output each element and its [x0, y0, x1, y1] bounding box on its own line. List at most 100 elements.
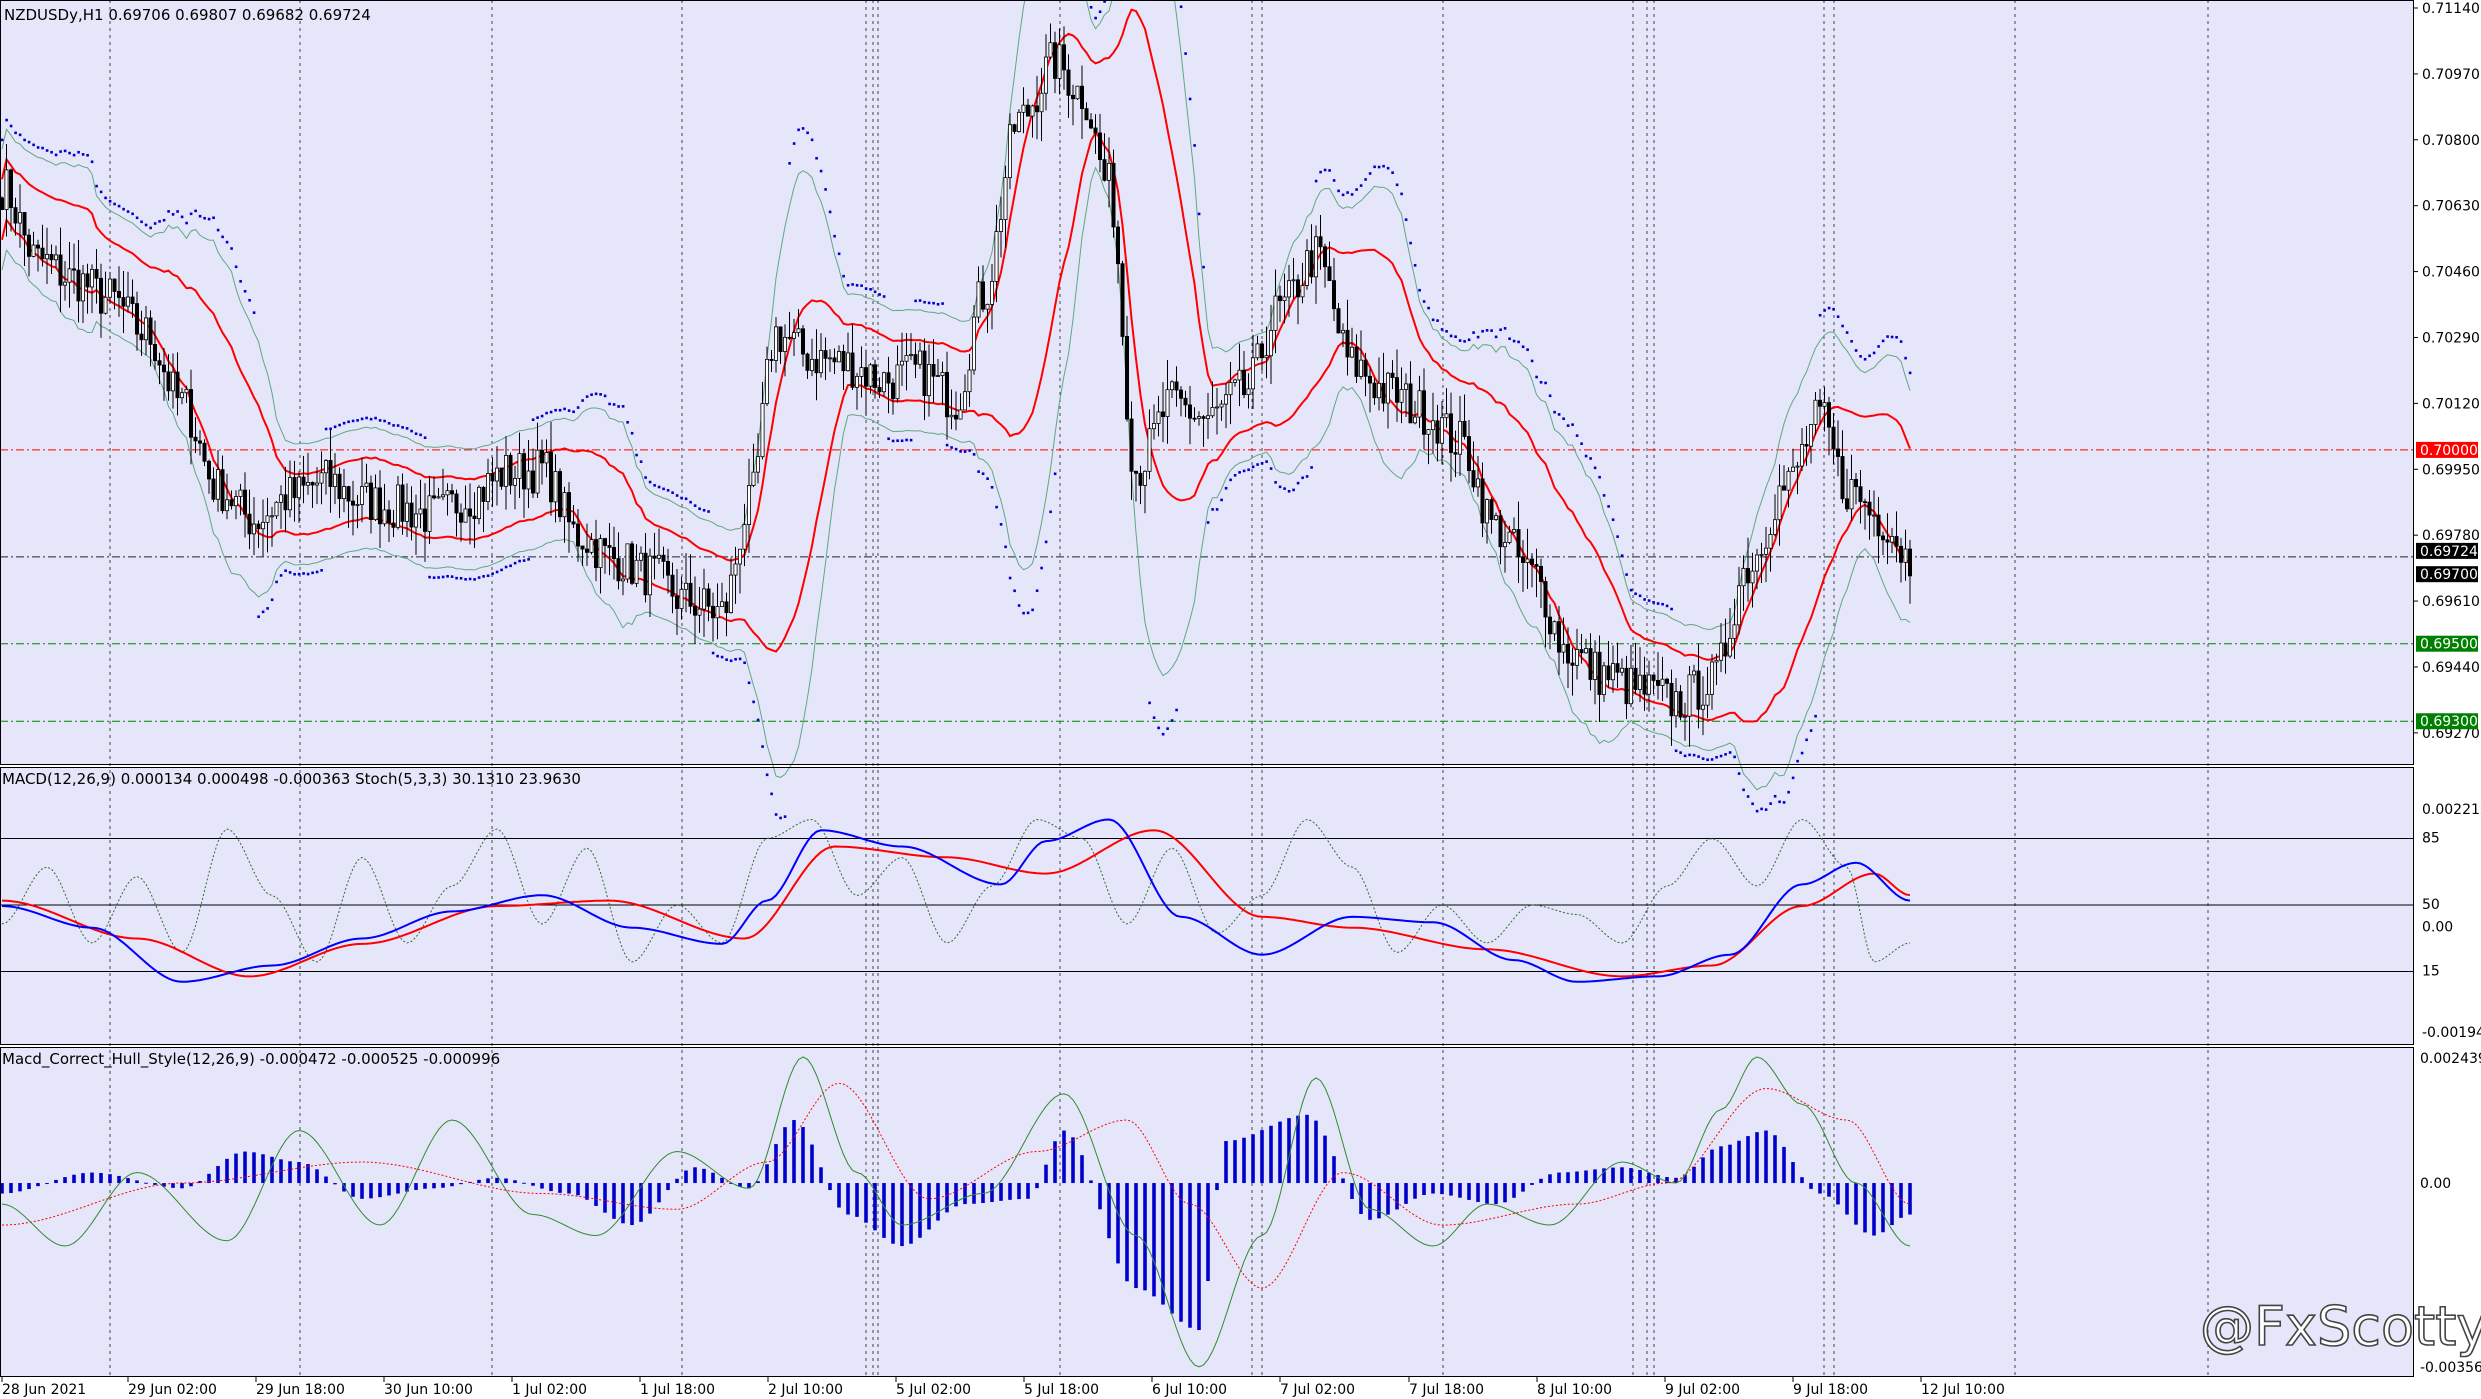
candle-body — [612, 547, 617, 559]
sar-dot — [1571, 423, 1574, 426]
candle-body — [1881, 535, 1886, 541]
hist-bar — [333, 1183, 337, 1185]
sar-dot — [1148, 701, 1151, 705]
sar-dot — [414, 432, 418, 436]
candle-body — [828, 357, 833, 360]
sar-dot — [1422, 300, 1426, 303]
candle-body — [17, 212, 22, 224]
sar-dot — [36, 146, 40, 149]
candle-body — [310, 482, 315, 486]
sar-dot — [558, 408, 562, 412]
candle-body — [1341, 329, 1346, 334]
sar-dot — [846, 283, 850, 287]
sar-dot — [1337, 189, 1340, 193]
candle-body — [1183, 397, 1188, 406]
candle-body — [1786, 470, 1791, 491]
sar-dot — [1796, 759, 1799, 763]
hist-bar — [252, 1152, 256, 1184]
candle-body — [729, 574, 734, 614]
candle-body — [1197, 416, 1202, 419]
candle-body — [1287, 280, 1292, 298]
hist-bar — [1269, 1125, 1273, 1184]
hist-bar — [1179, 1183, 1183, 1322]
sar-dot — [297, 572, 301, 576]
hist-bar — [1782, 1146, 1786, 1184]
hist-bar — [675, 1178, 679, 1184]
sar-dot — [1670, 607, 1673, 611]
sar-dot — [1602, 494, 1606, 497]
candle-body — [355, 504, 360, 506]
hist-bar — [1449, 1183, 1453, 1196]
candle-body — [900, 360, 905, 366]
sar-dot — [1539, 380, 1543, 384]
candle-body — [589, 539, 594, 553]
candle-body — [472, 515, 477, 519]
sar-dot — [932, 301, 935, 305]
candle-body — [580, 545, 585, 550]
hist-bar — [1350, 1183, 1354, 1199]
hist-bar — [1431, 1183, 1435, 1194]
price-tick-label: 0.69440 — [2422, 660, 2480, 676]
candle-body — [1813, 399, 1818, 425]
sar-dot — [140, 220, 143, 224]
candle-body — [1539, 566, 1544, 582]
sar-dot — [1220, 498, 1223, 502]
candle-body — [175, 371, 180, 399]
candle-body — [1606, 665, 1611, 681]
hist-bar — [684, 1170, 688, 1184]
candle-body — [409, 502, 414, 528]
candle-body — [1656, 679, 1661, 686]
candle-body — [400, 484, 405, 522]
candle-body — [949, 414, 954, 418]
hist-bar — [819, 1167, 823, 1184]
candle-body — [85, 273, 90, 288]
candle-body — [179, 392, 184, 399]
sar-dot — [963, 450, 967, 453]
candle-body — [913, 354, 918, 365]
candle-body — [1057, 44, 1062, 79]
sar-dot — [504, 565, 508, 569]
hist-bar — [387, 1183, 391, 1196]
candle-body — [1129, 418, 1134, 472]
candle-body — [463, 508, 468, 523]
candle-body — [1633, 667, 1638, 690]
candle-body — [733, 563, 738, 576]
sar-dot — [1778, 800, 1781, 804]
candle-body — [323, 460, 328, 474]
candle-body — [972, 316, 977, 371]
hist-bar — [1692, 1166, 1696, 1184]
candle-body — [1818, 399, 1823, 407]
sar-dot — [18, 133, 22, 137]
candle-body — [990, 281, 995, 305]
sar-dot — [621, 405, 625, 408]
candle-body — [535, 449, 540, 494]
candle-body — [13, 207, 18, 224]
sar-dot — [1791, 776, 1795, 780]
sar-dot — [662, 487, 665, 491]
candle-body — [467, 508, 472, 517]
price-tick-label: 0.69610 — [2422, 594, 2480, 610]
time-tick-label: 9 Jul 02:00 — [1665, 1382, 1740, 1398]
sar-dot — [1193, 144, 1196, 147]
sar-dot — [1328, 169, 1331, 172]
sar-dot — [1625, 573, 1628, 576]
sar-dot — [887, 437, 890, 441]
sar-dot — [1094, 16, 1097, 20]
candle-body — [1557, 621, 1562, 653]
candle-body — [909, 354, 914, 356]
hist-bar — [1053, 1141, 1057, 1184]
sar-dot — [1463, 340, 1466, 343]
sar-dot — [1548, 394, 1552, 398]
hist-bar — [1485, 1183, 1489, 1204]
sar-dot — [401, 426, 404, 429]
hist-bar — [612, 1183, 616, 1219]
candle-body — [1570, 662, 1575, 666]
candle-body — [499, 467, 504, 487]
sar-dot — [860, 284, 863, 287]
sar-dot — [1809, 729, 1813, 732]
hist-bar — [828, 1183, 832, 1191]
candle-body — [242, 489, 247, 515]
sar-dot — [1827, 306, 1831, 310]
time-tick-label: 29 Jun 18:00 — [256, 1382, 345, 1398]
candle-body — [1462, 420, 1467, 437]
